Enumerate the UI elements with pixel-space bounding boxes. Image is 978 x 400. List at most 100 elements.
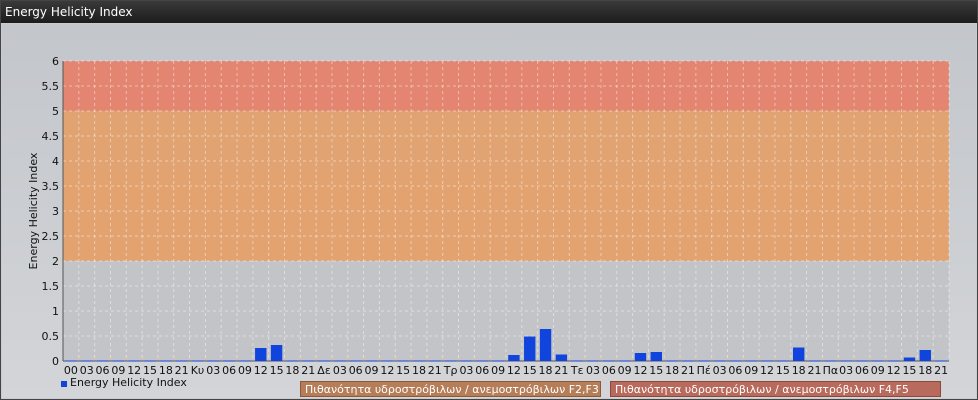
y-tick-label: 3 [52,205,59,218]
x-tick-label: 06 [349,364,363,377]
bar [239,360,251,362]
bar [508,355,520,361]
bar [745,360,757,362]
x-tick-label: 15 [649,364,663,377]
bar [350,360,362,362]
y-tick-label: 6 [52,55,59,68]
x-tick-label: 06 [475,364,489,377]
x-tick-label: 03 [459,364,473,377]
x-tick-label: 06 [222,364,236,377]
x-tick-label: 21 [934,364,948,377]
x-tick-label: 03 [713,364,727,377]
x-tick-label: Τε [570,364,584,377]
x-tick-label: 09 [618,364,632,377]
bar [302,360,314,362]
bar [429,360,441,362]
x-tick-label: 15 [776,364,790,377]
bar [650,352,662,361]
y-tick-label: 4.5 [42,130,60,143]
bar [318,360,330,362]
y-axis-title: Energy Helicity Index [27,152,40,269]
bar [112,360,125,362]
x-tick-label: 12 [633,364,647,377]
x-tick-label: 03 [206,364,220,377]
chart-window: Energy Helicity Index 0 0.5 1 1.5 2 2.5 3 3.5 4 4… [0,0,978,400]
x-tick-label: 18 [665,364,679,377]
bar [682,360,694,362]
bar [872,360,884,362]
bar [666,360,678,362]
bar [270,345,283,361]
bar [840,360,852,362]
y-tick-label: 5.5 [42,80,60,93]
x-tick-label: Δε [317,364,331,377]
bar [539,329,552,361]
x-tick-label: 12 [887,364,901,377]
bar [223,360,235,362]
y-tick-label: 5 [52,105,59,118]
x-tick-label: 09 [744,364,758,377]
bar [365,360,378,362]
bar [175,360,188,362]
bar [634,353,647,361]
bar [856,360,868,362]
bar [887,360,900,362]
bar [555,354,568,361]
legend-band-f4f5: Πιθανότητα υδροστρόβιλων / ανεμοστρόβιλω… [610,381,941,397]
bar [935,360,947,362]
x-tick-label: 12 [254,364,268,377]
x-tick-label: 06 [602,364,616,377]
x-tick-label: 15 [523,364,537,377]
ehi-bar-chart: 00.511.522.533.544.555.5600 03 06 09 12 15 18 2… [27,55,950,389]
x-tick-label: 21 [808,364,822,377]
x-tick-label: 15 [396,364,410,377]
bar [128,360,140,362]
bar [286,360,299,362]
bar [255,348,267,361]
window-title: Energy Helicity Index [5,5,133,19]
bar [381,360,394,362]
bar [160,360,172,362]
x-tick-label: 12 [760,364,774,377]
x-tick-label: 15 [270,364,284,377]
bar [65,360,77,362]
bar [824,360,837,362]
x-tick-label: 21 [428,364,442,377]
x-tick-label: 09 [365,364,379,377]
bar [729,360,742,362]
x-tick-label: 18 [412,364,426,377]
x-tick-label: 09 [491,364,505,377]
legend-band-f2f3: Πιθανότητα υδροστρόβιλων / ανεμοστρόβιλω… [300,381,601,397]
bar [698,360,710,362]
x-tick-label: 18 [285,364,299,377]
bar [334,360,346,362]
y-tick-label: 2 [52,255,59,268]
bar [793,347,805,361]
bar [96,360,109,362]
bar [587,360,599,362]
x-tick-label: Πα [823,364,839,377]
x-tick-label: 21 [681,364,695,377]
x-tick-label: 18 [539,364,553,377]
x-tick-label: 09 [871,364,885,377]
bar [903,357,916,361]
x-tick-label: 12 [507,364,521,377]
y-tick-label: 0 [52,355,59,368]
x-tick-label: 09 [238,364,252,377]
bar [524,336,536,361]
x-tick-label: 21 [554,364,568,377]
bar [713,360,726,362]
bar [761,360,773,362]
x-tick-label: Πέ [697,364,711,377]
x-tick-label: 03 [586,364,600,377]
bar [397,360,409,362]
y-tick-label: 1.5 [42,280,60,293]
y-tick-label: 1 [52,305,59,318]
y-tick-label: 2.5 [42,230,60,243]
bar [191,360,204,362]
x-tick-label: 15 [902,364,916,377]
bar [777,360,789,362]
bar [144,360,156,362]
x-tick-label: 18 [792,364,806,377]
bar [81,360,93,362]
